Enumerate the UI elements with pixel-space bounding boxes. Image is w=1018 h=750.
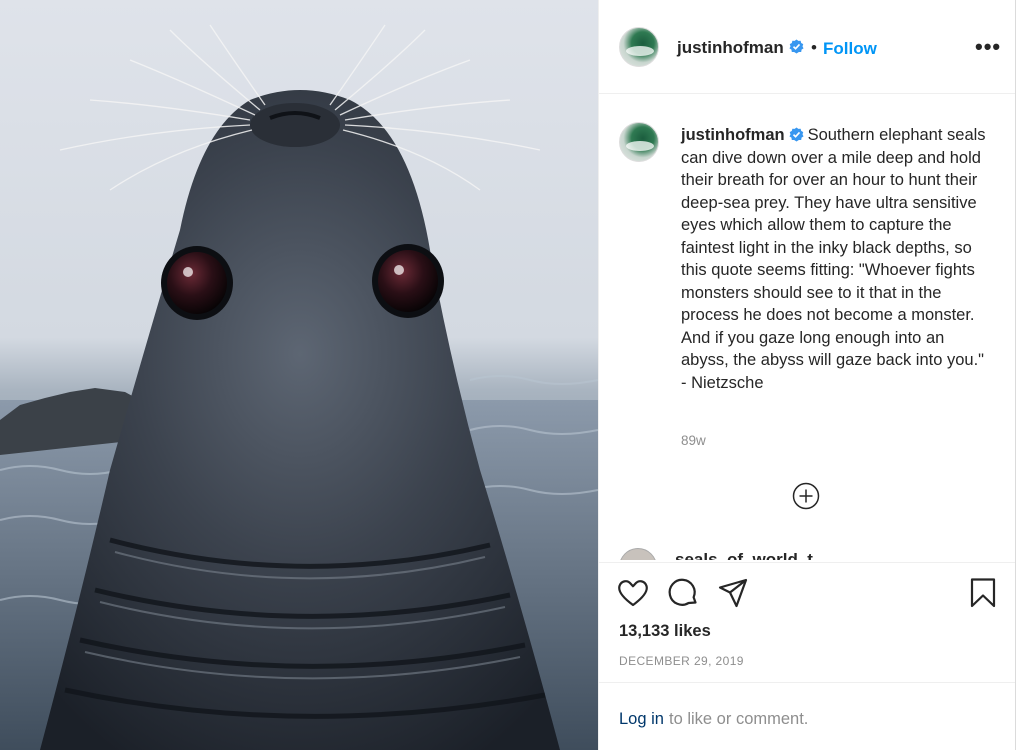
post-date[interactable]: DECEMBER 29, 2019 bbox=[619, 654, 744, 668]
verified-badge-icon bbox=[789, 127, 804, 142]
caption-timestamp[interactable]: 89w bbox=[681, 433, 706, 448]
comments-area: justinhofman Southern elephant seals can… bbox=[599, 94, 1015, 560]
post-header: justinhofman • Follow ••• bbox=[599, 0, 1015, 94]
seal-illustration bbox=[0, 24, 598, 750]
post-actions: 13,133 likes DECEMBER 29, 2019 bbox=[599, 562, 1015, 682]
heart-icon[interactable] bbox=[616, 576, 650, 610]
separator-dot: • bbox=[811, 38, 817, 57]
follow-button[interactable]: Follow bbox=[823, 39, 877, 59]
author-username[interactable]: justinhofman bbox=[677, 38, 784, 58]
cutoff-comment-username[interactable]: seals_of_world_t..._ bbox=[675, 550, 837, 560]
bookmark-icon[interactable] bbox=[966, 576, 1000, 610]
post-side-panel: justinhofman • Follow ••• justinhofman S… bbox=[598, 0, 1016, 750]
login-prompt: Log in to like or comment. bbox=[599, 682, 1015, 750]
login-prompt-text: to like or comment. bbox=[669, 710, 809, 728]
caption-author-avatar[interactable] bbox=[619, 122, 659, 162]
verified-badge-icon bbox=[789, 39, 804, 54]
plus-circle-icon[interactable] bbox=[792, 482, 820, 510]
author-avatar[interactable] bbox=[619, 27, 659, 67]
caption-text: justinhofman Southern elephant seals can… bbox=[681, 124, 987, 394]
caption-body: Southern elephant seals can dive down ov… bbox=[681, 126, 986, 392]
commenter-avatar[interactable] bbox=[619, 548, 657, 560]
instagram-post: justinhofman • Follow ••• justinhofman S… bbox=[0, 0, 1018, 750]
cutoff-comment-row: seals_of_world_t..._ bbox=[619, 548, 999, 560]
post-photo[interactable] bbox=[0, 0, 598, 750]
more-options-icon[interactable]: ••• bbox=[975, 34, 1001, 60]
login-link[interactable]: Log in bbox=[619, 710, 664, 729]
comment-icon[interactable] bbox=[666, 576, 700, 610]
caption-username[interactable]: justinhofman bbox=[681, 126, 785, 144]
likes-count[interactable]: 13,133 likes bbox=[619, 622, 711, 641]
send-icon[interactable] bbox=[716, 576, 750, 610]
